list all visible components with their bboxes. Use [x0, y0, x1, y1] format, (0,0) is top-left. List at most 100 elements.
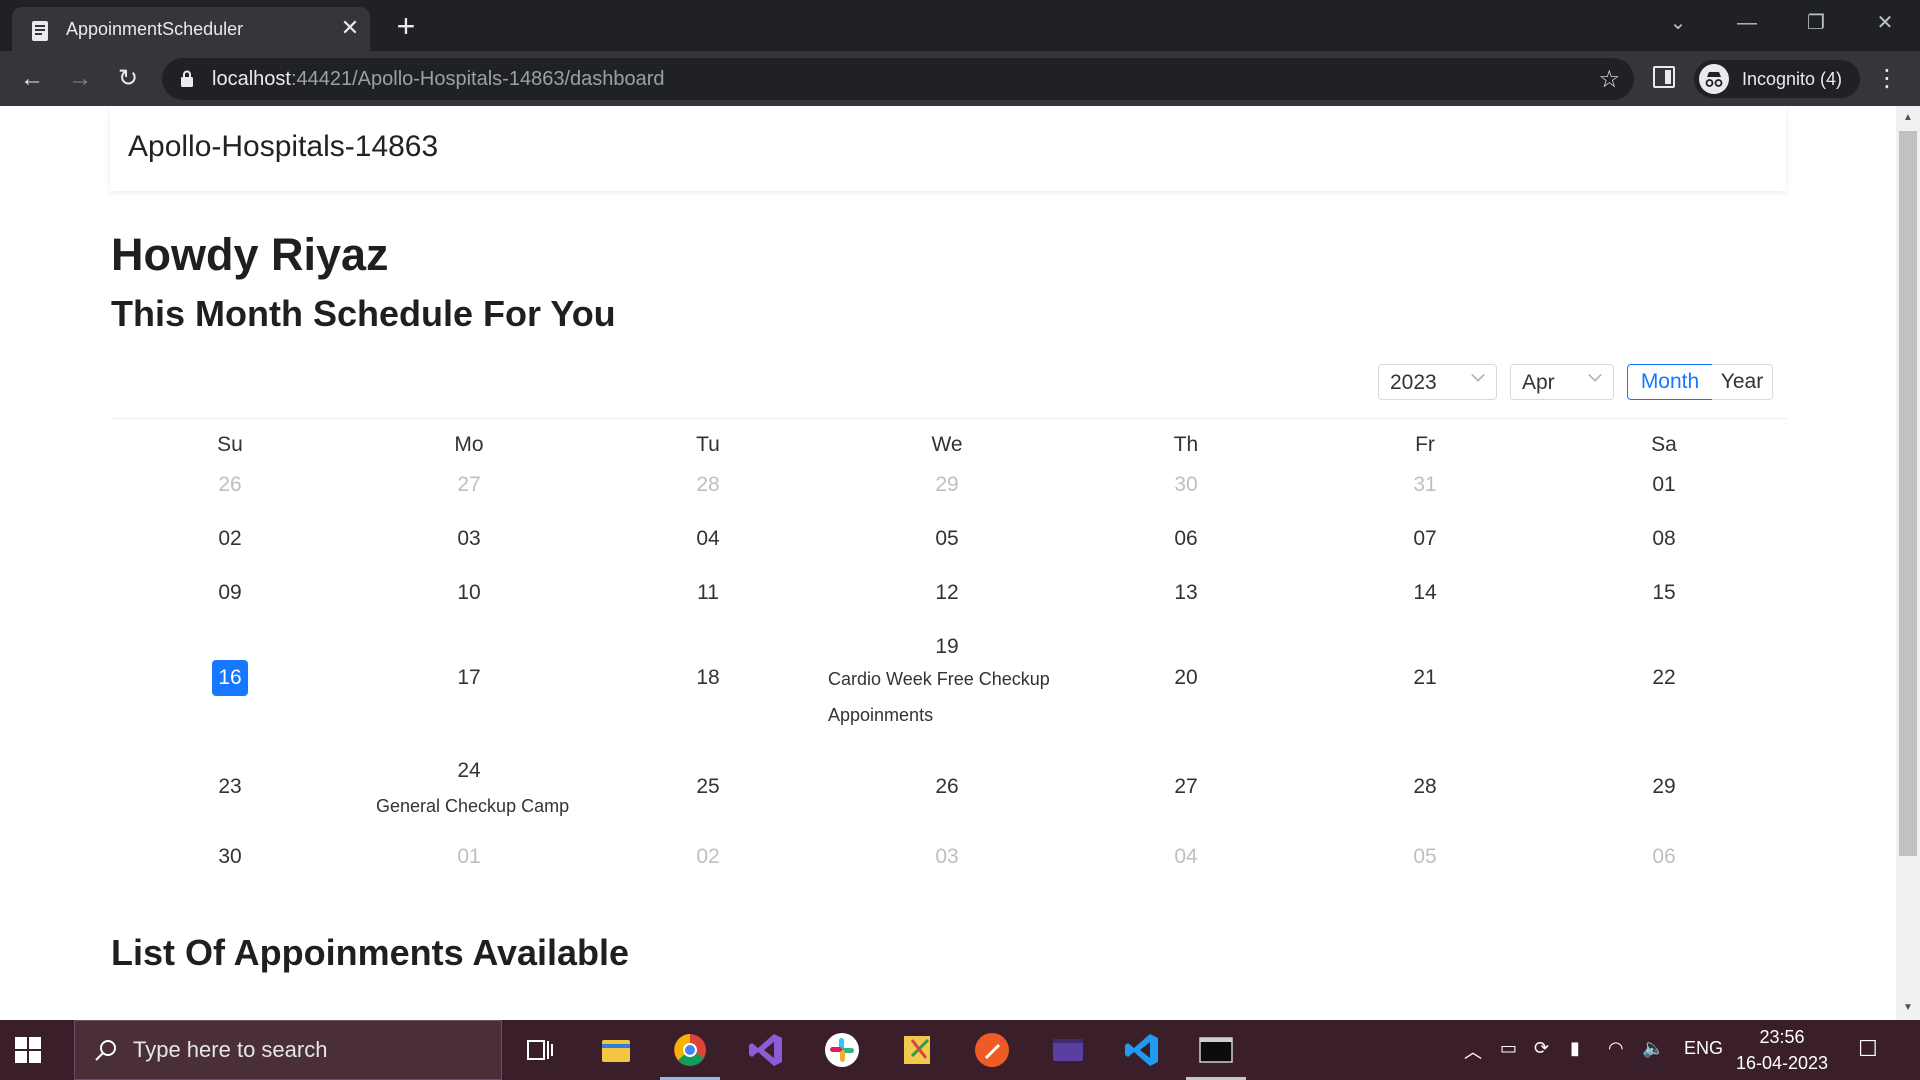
calendar-day[interactable]: 13 — [1126, 580, 1246, 606]
event-cardio-week-line2[interactable]: Appoinments — [828, 705, 933, 726]
calendar-day[interactable]: 30 — [170, 844, 290, 870]
calendar-day[interactable]: 29 — [887, 472, 1007, 498]
weekday-header: Su — [217, 433, 243, 456]
calendar-day[interactable]: 01 — [409, 844, 529, 870]
calendar-day[interactable]: 30 — [1126, 472, 1246, 498]
calendar-day[interactable]: 15 — [1604, 580, 1724, 606]
brand-link[interactable]: Apollo-Hospitals-14863 — [128, 130, 438, 164]
month-mode-button[interactable]: Month — [1627, 364, 1713, 400]
incognito-label: Incognito (4) — [1742, 69, 1843, 89]
clock[interactable]: 23:56 16-04-2023 — [1730, 1024, 1834, 1076]
clock-date: 16-04-2023 — [1735, 1053, 1829, 1073]
meet-now-icon[interactable]: ▭ — [1500, 1038, 1517, 1059]
taskbar-search-box[interactable]: Type here to search — [74, 1020, 502, 1080]
calendar-day[interactable]: 29 — [1604, 774, 1724, 800]
calendar-day[interactable]: 24 — [409, 758, 529, 784]
calendar-day[interactable]: 01 — [1604, 472, 1724, 498]
tab-close-icon[interactable]: ✕ — [337, 15, 363, 41]
file-explorer-icon[interactable] — [596, 1030, 636, 1070]
calendar-day[interactable]: 10 — [409, 580, 529, 606]
sync-status-icon[interactable]: ⟳ — [1534, 1038, 1549, 1059]
show-hidden-icons-chevron-up-icon[interactable]: ︿ — [1464, 1038, 1482, 1064]
month-select-value: Apr — [1522, 371, 1555, 394]
calendar-day-today[interactable]: 16 — [170, 660, 290, 696]
calendar-day[interactable]: 04 — [648, 526, 768, 552]
terminal-app-icon[interactable] — [1048, 1030, 1088, 1070]
windows-start-icon[interactable] — [14, 1036, 42, 1064]
calendar-day[interactable]: 09 — [170, 580, 290, 606]
calendar-day[interactable]: 26 — [170, 472, 290, 498]
calendar-day[interactable]: 07 — [1365, 526, 1485, 552]
address-bar[interactable]: localhost:44421/Apollo-Hospitals-14863/d… — [162, 58, 1634, 100]
clock-time: 23:56 — [1759, 1027, 1805, 1047]
volume-icon[interactable]: 🔈 — [1642, 1038, 1664, 1059]
back-arrow-icon[interactable]: ← — [14, 61, 50, 97]
calendar-day[interactable]: 05 — [887, 526, 1007, 552]
url-path: :44421/Apollo-Hospitals-14863/dashboard — [290, 68, 665, 90]
restore-icon[interactable]: ❐ — [1796, 8, 1836, 38]
calendar-day[interactable]: 27 — [409, 472, 529, 498]
language-indicator[interactable]: ENG — [1684, 1038, 1723, 1059]
calendar-day[interactable]: 06 — [1126, 526, 1246, 552]
calendar-day[interactable]: 12 — [887, 580, 1007, 606]
calendar-day[interactable]: 28 — [648, 472, 768, 498]
wifi-icon[interactable]: ◠ — [1608, 1038, 1624, 1059]
browser-menu-icon[interactable]: ⋮ — [1875, 61, 1899, 97]
new-tab-plus-icon[interactable]: + — [390, 10, 422, 42]
calendar-day[interactable]: 03 — [887, 844, 1007, 870]
forward-arrow-icon[interactable]: → — [62, 61, 98, 97]
notifications-icon[interactable]: ☐ — [1858, 1036, 1878, 1062]
event-general-checkup[interactable]: General Checkup Camp — [376, 796, 569, 817]
calendar-day[interactable]: 17 — [409, 665, 529, 691]
calendar-day[interactable]: 08 — [1604, 526, 1724, 552]
event-cardio-week[interactable]: Cardio Week Free Checkup — [828, 669, 1050, 690]
calendar-day[interactable]: 03 — [409, 526, 529, 552]
calendar-day[interactable]: 28 — [1365, 774, 1485, 800]
calendar-day[interactable]: 06 — [1604, 844, 1724, 870]
scroll-down-arrow-icon[interactable]: ▼ — [1900, 1002, 1916, 1013]
scroll-up-arrow-icon[interactable]: ▲ — [1900, 112, 1916, 123]
calendar-day[interactable]: 02 — [648, 844, 768, 870]
calendar-day[interactable]: 14 — [1365, 580, 1485, 606]
side-panel-icon[interactable] — [1653, 66, 1675, 88]
calendar-day[interactable]: 18 — [648, 665, 768, 691]
vscode-icon[interactable] — [1122, 1030, 1162, 1070]
calendar-day[interactable]: 11 — [648, 580, 768, 606]
page-icon — [32, 21, 48, 41]
command-prompt-icon[interactable] — [1196, 1030, 1236, 1070]
postman-icon[interactable] — [972, 1030, 1012, 1070]
year-select[interactable]: 2023 — [1378, 364, 1497, 400]
calendar-day[interactable]: 26 — [887, 774, 1007, 800]
bookmark-star-icon[interactable]: ☆ — [1598, 65, 1620, 94]
chrome-icon[interactable] — [670, 1030, 710, 1070]
calendar-day[interactable]: 20 — [1126, 665, 1246, 691]
calendar-day[interactable]: 21 — [1365, 665, 1485, 691]
calendar-day[interactable]: 04 — [1126, 844, 1246, 870]
calendar-day[interactable]: 27 — [1126, 774, 1246, 800]
incognito-profile-button[interactable]: Incognito (4) — [1694, 60, 1860, 98]
battery-icon[interactable]: ▮ — [1570, 1038, 1580, 1059]
browser-tab[interactable]: AppoinmentScheduler ✕ — [12, 7, 370, 51]
slack-icon[interactable] — [822, 1030, 862, 1070]
month-select[interactable]: Apr — [1510, 364, 1614, 400]
year-mode-button[interactable]: Year — [1712, 364, 1773, 400]
calendar-day[interactable]: 31 — [1365, 472, 1485, 498]
close-window-icon[interactable]: ✕ — [1865, 8, 1905, 38]
calendar-day[interactable]: 02 — [170, 526, 290, 552]
calendar-day[interactable]: 22 — [1604, 665, 1724, 691]
calendar-day[interactable]: 23 — [170, 774, 290, 800]
reload-icon[interactable]: ↻ — [110, 61, 146, 97]
calendar-day[interactable]: 19 — [887, 634, 1007, 660]
calendar-day[interactable]: 05 — [1365, 844, 1485, 870]
appointments-list-heading: List Of Appoinments Available — [111, 932, 630, 973]
task-view-icon[interactable] — [520, 1030, 560, 1070]
tab-search-chevron-down-icon[interactable]: ⌄ — [1658, 8, 1698, 38]
scrollbar-thumb[interactable] — [1899, 131, 1917, 856]
greeting-heading: Howdy Riyaz — [111, 229, 389, 280]
windows-taskbar: Type here to search ︿ ▭ ⟳ ▮ ◠ 🔈 ENG 23:5… — [0, 1020, 1920, 1080]
calendar-day[interactable]: 25 — [648, 774, 768, 800]
minimize-icon[interactable]: — — [1727, 8, 1767, 38]
visual-studio-icon[interactable] — [746, 1030, 786, 1070]
url-text[interactable]: localhost:44421/Apollo-Hospitals-14863/d… — [212, 68, 665, 91]
sticky-tools-icon[interactable] — [898, 1030, 938, 1070]
